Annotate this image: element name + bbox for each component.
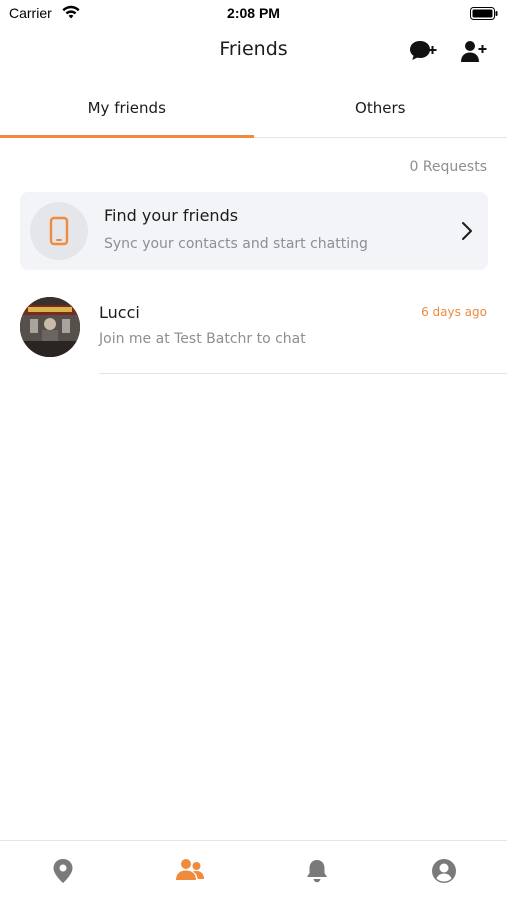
status-time: 2:08 PM <box>227 5 280 21</box>
add-friend-button[interactable] <box>459 38 489 66</box>
tab-others-label: Others <box>355 99 406 117</box>
battery-icon <box>470 7 498 20</box>
chat-add-icon <box>410 41 437 60</box>
location-pin-icon <box>53 859 73 883</box>
find-friends-card[interactable]: Find your friends Sync your contacts and… <box>20 192 488 270</box>
chevron-right-icon <box>462 222 472 240</box>
friend-last-message: Join me at Test Batchr to chat <box>99 331 306 347</box>
tab-my-friends-label: My friends <box>87 99 166 117</box>
friend-name: Lucci <box>99 303 140 322</box>
user-add-icon <box>461 41 487 62</box>
phone-icon <box>49 216 69 246</box>
tab-my-friends[interactable]: My friends <box>0 88 254 138</box>
friend-timestamp: 6 days ago <box>421 305 487 319</box>
friend-list-item[interactable]: Lucci 6 days ago Join me at Test Batchr … <box>0 290 507 374</box>
tab-map[interactable] <box>0 841 127 900</box>
find-friends-subtitle: Sync your contacts and start chatting <box>104 236 368 252</box>
find-friends-icon-circle <box>30 202 88 260</box>
status-bar: Carrier 2:08 PM <box>0 0 507 28</box>
friends-icon <box>176 859 205 880</box>
new-chat-button[interactable] <box>408 38 438 66</box>
bell-icon <box>306 860 327 883</box>
bottom-tab-bar <box>0 840 507 900</box>
tab-others[interactable]: Others <box>254 88 507 137</box>
row-divider <box>99 373 507 374</box>
tab-profile[interactable] <box>380 841 507 900</box>
avatar <box>20 297 80 357</box>
find-friends-title: Find your friends <box>104 206 239 225</box>
tab-friends[interactable] <box>127 841 254 900</box>
friends-tabs: My friends Others <box>0 88 507 138</box>
profile-icon <box>431 859 456 883</box>
tab-notifications[interactable] <box>254 841 381 900</box>
requests-link[interactable]: 0 Requests <box>409 159 487 175</box>
